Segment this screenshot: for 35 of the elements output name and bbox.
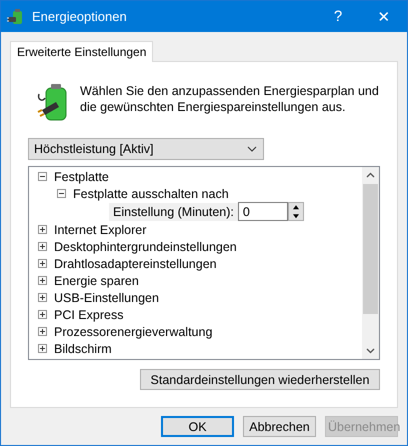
description-text: Wählen Sie den anzupassenden Energiesparplan und die gewünschten Energiespareinstellungen aus. — [80, 83, 380, 116]
expand-icon[interactable] — [38, 276, 47, 285]
expand-icon[interactable] — [38, 242, 47, 251]
collapse-icon[interactable] — [38, 172, 47, 181]
expand-icon[interactable] — [38, 225, 47, 234]
tree-item[interactable]: Energie sparen — [54, 274, 139, 288]
setting-label: Einstellung (Minuten): — [109, 202, 238, 220]
battery-plug-icon — [7, 8, 25, 26]
tree-item[interactable]: Festplatte — [54, 170, 109, 184]
tree-item[interactable]: Drahtlosadaptereinstellungen — [54, 256, 217, 270]
close-button[interactable]: ✕ — [361, 1, 407, 32]
tree-item[interactable]: Bildschirm — [54, 342, 112, 356]
expand-icon[interactable] — [38, 327, 47, 336]
tree-item[interactable]: USB-Einstellungen — [54, 290, 159, 304]
dialog-button[interactable]: Abbrechen — [243, 416, 316, 437]
expand-icon[interactable] — [38, 310, 47, 319]
tree-item[interactable]: Festplatte ausschalten nach — [73, 186, 229, 200]
window-title: Energieoptionen — [32, 9, 128, 24]
expand-icon[interactable] — [38, 259, 47, 268]
tree-item[interactable]: Prozessorenergieverwaltung — [54, 324, 212, 338]
plan-dropdown[interactable]: Höchstleistung [Aktiv] — [28, 138, 264, 160]
chevron-down-icon — [247, 146, 257, 152]
tree-item[interactable]: Desktophintergrundeinstellungen — [54, 240, 237, 254]
expand-icon[interactable] — [38, 344, 47, 353]
tree-item[interactable]: Internet Explorer — [54, 222, 146, 236]
collapse-icon[interactable] — [57, 189, 66, 198]
help-button[interactable]: ? — [315, 1, 361, 32]
minutes-field[interactable]: 0 — [238, 202, 288, 221]
tab[interactable]: Erweiterte Einstellungen — [10, 41, 154, 62]
spin-control[interactable] — [288, 202, 304, 221]
tree-item[interactable]: PCI Express — [54, 308, 124, 322]
scrollbar[interactable] — [362, 167, 379, 359]
restore-defaults-button[interactable]: Standardeinstellungen wiederherstellen — [140, 369, 380, 390]
dialog-button[interactable]: OK — [161, 416, 234, 437]
expand-icon[interactable] — [38, 293, 47, 302]
